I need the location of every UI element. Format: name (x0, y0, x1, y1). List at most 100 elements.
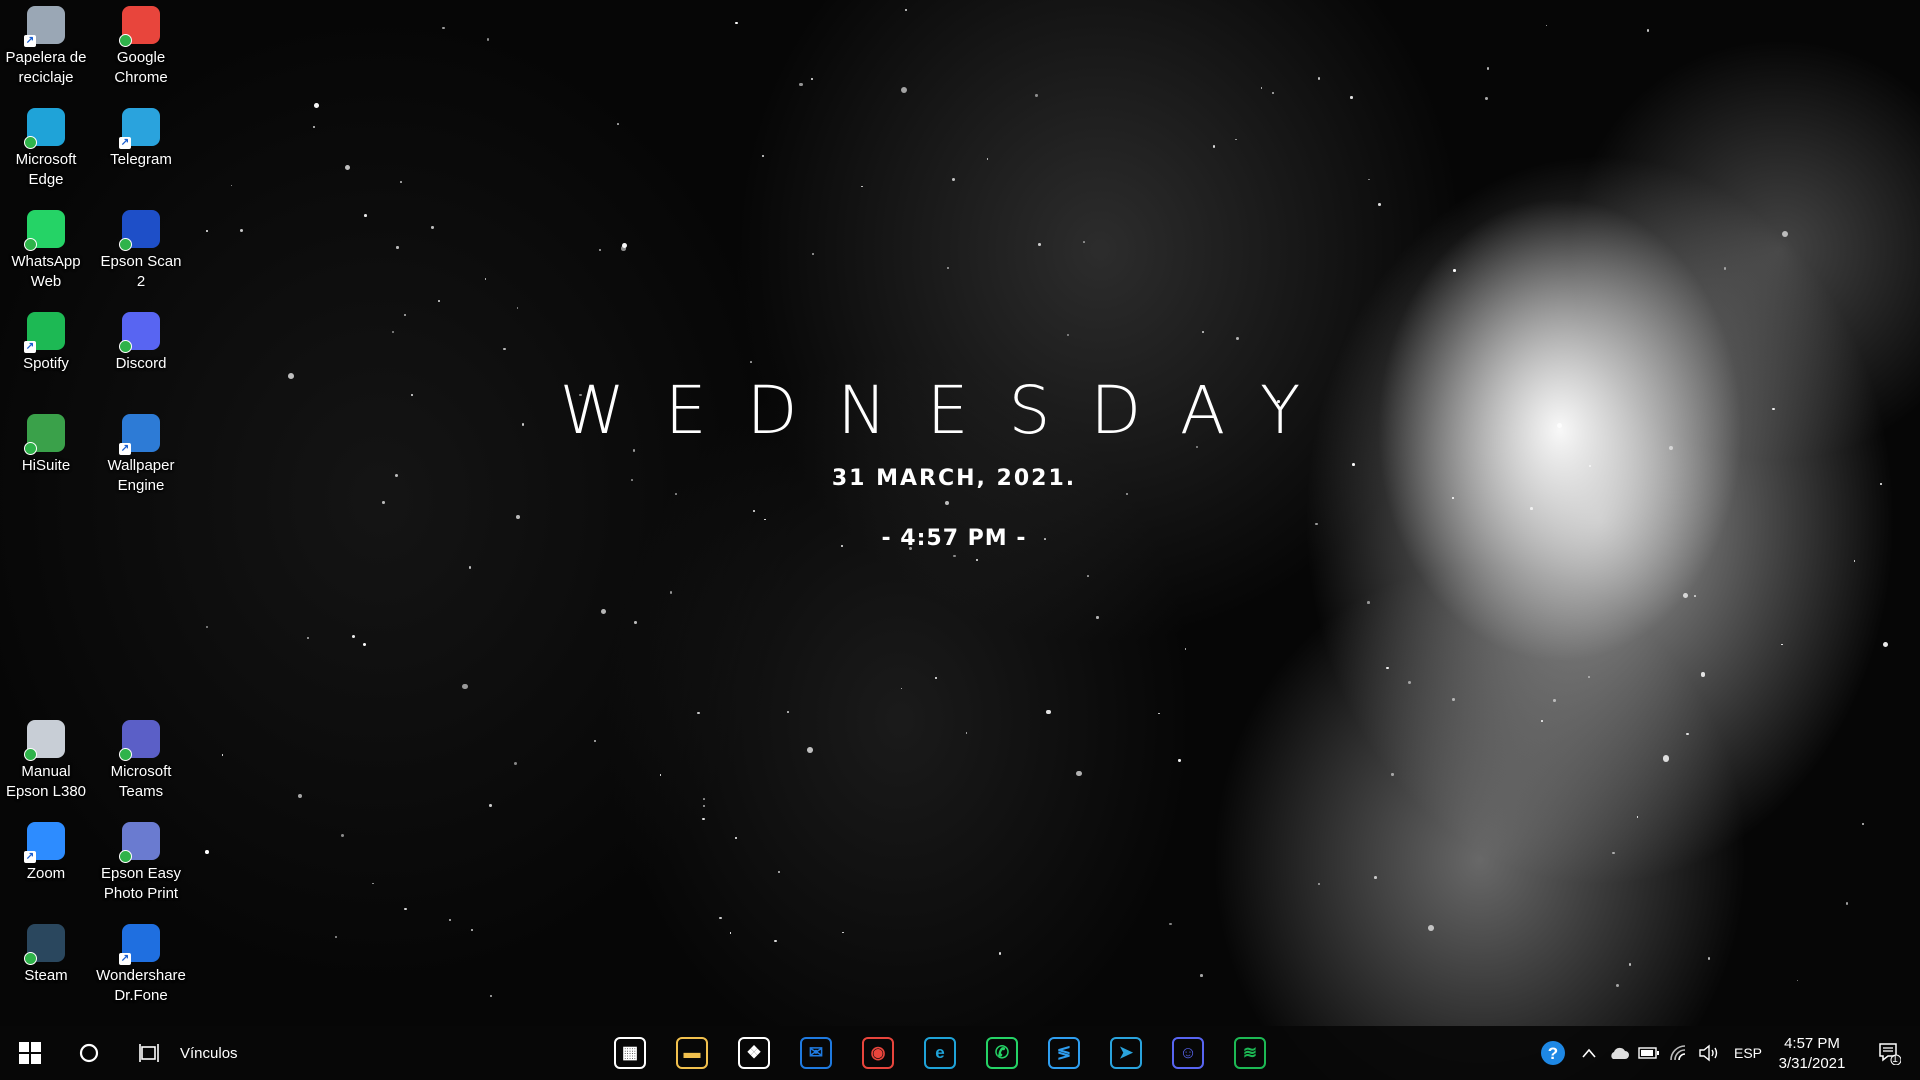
desktop-icon-epson-photo[interactable]: Epson Easy Photo Print (95, 816, 187, 904)
desktop-icon-hisuite[interactable]: HiSuite (0, 408, 92, 476)
star (442, 26, 445, 30)
desktop-icon-manual[interactable]: Manual Epson L380 (0, 714, 92, 802)
star (810, 77, 813, 80)
star (631, 478, 633, 481)
zoom-icon: ↗ (24, 822, 65, 863)
desktop-icon-zoom[interactable]: ↗ Zoom (0, 816, 92, 884)
star (1845, 902, 1849, 906)
desktop-icon-epson-scan[interactable]: Epson Scan 2 (95, 204, 187, 292)
star (344, 164, 350, 171)
teams-icon (119, 720, 160, 761)
star (753, 510, 755, 512)
sync-check-icon (119, 850, 132, 863)
desktop-icon-label: Spotify (23, 355, 69, 372)
shortcut-arrow-icon: ↗ (119, 137, 131, 149)
star (1646, 29, 1650, 32)
task-view-button[interactable] (122, 1026, 176, 1080)
battery-tray-button[interactable] (1636, 1026, 1662, 1080)
star (621, 242, 628, 249)
desktop-icon-steam[interactable]: Steam (0, 918, 92, 986)
star (513, 762, 517, 765)
desktop-icon-edge[interactable]: Microsoft Edge (0, 102, 92, 190)
manual-icon (24, 720, 65, 761)
star (230, 184, 233, 186)
sync-check-icon (24, 748, 37, 761)
sync-check-icon (24, 136, 37, 149)
star (703, 798, 706, 801)
taskbar-app-microsoft-store[interactable]: ▦ (602, 1026, 658, 1080)
star (489, 995, 492, 998)
star (1453, 269, 1456, 272)
star (1367, 600, 1370, 604)
edge-icon: e (924, 1037, 956, 1069)
star (1391, 773, 1394, 776)
sync-check-icon (119, 34, 132, 47)
desktop-icon-drfone[interactable]: ↗ Wondershare Dr.Fone (95, 918, 187, 1006)
star (632, 449, 636, 452)
star (1616, 984, 1620, 988)
widget-day: WEDNESDAY (559, 372, 1341, 449)
star (1184, 648, 1187, 650)
desktop-icon-label: Steam (24, 967, 68, 984)
star (1083, 241, 1085, 243)
taskbar-app-dropbox[interactable]: ❖ (726, 1026, 782, 1080)
taskbar-app-whatsapp[interactable]: ✆ (974, 1026, 1030, 1080)
desktop-icon-chrome[interactable]: Google Chrome (95, 0, 187, 88)
taskbar-app-spotify[interactable]: ≋ (1222, 1026, 1278, 1080)
desktop-icon-spotify[interactable]: ↗ Spotify (0, 306, 92, 374)
speaker-icon (1699, 1044, 1718, 1062)
desktop-icon-label: Microsoft Edge (15, 151, 77, 188)
volume-tray-button[interactable] (1696, 1026, 1722, 1080)
desktop-icon-teams[interactable]: Microsoft Teams (95, 714, 187, 802)
star (617, 123, 619, 125)
star (470, 929, 473, 932)
desktop-icon-telegram[interactable]: ↗ Telegram (95, 102, 187, 170)
star (1487, 67, 1490, 70)
desktop-icon-label: WhatsApp Web (11, 253, 81, 290)
taskbar-app-mail[interactable]: ✉ (788, 1026, 844, 1080)
links-toolbar[interactable]: Vínculos (180, 1026, 260, 1080)
desktop-icon-whatsapp[interactable]: WhatsApp Web (0, 204, 92, 292)
star (1169, 922, 1172, 926)
star (861, 185, 863, 188)
star (1723, 267, 1727, 270)
star (763, 518, 766, 521)
star (729, 931, 732, 934)
star (239, 228, 243, 232)
star (1451, 496, 1454, 499)
star (431, 226, 434, 229)
show-hidden-icons-button[interactable] (1576, 1026, 1602, 1080)
help-icon: ? (1541, 1041, 1565, 1065)
star (946, 266, 949, 269)
star (953, 554, 956, 558)
desktop-icon-label: Manual Epson L380 (5, 763, 87, 800)
start-button[interactable] (0, 1026, 60, 1080)
star (1882, 641, 1889, 647)
desktop-icon-recycle-bin[interactable]: ↗ Papelera de reciclaje (0, 0, 92, 88)
language-indicator[interactable]: ESP (1728, 1026, 1768, 1080)
star (1668, 445, 1674, 451)
star (1066, 333, 1070, 336)
shortcut-arrow-icon: ↗ (119, 443, 131, 455)
star (1588, 464, 1591, 467)
desktop-icon-discord[interactable]: Discord (95, 306, 187, 374)
help-tray-button[interactable]: ? (1538, 1026, 1568, 1080)
taskbar-app-chrome[interactable]: ◉ (850, 1026, 906, 1080)
taskbar-app-visual-studio-code[interactable]: ≶ (1036, 1026, 1092, 1080)
star (1202, 331, 1204, 333)
clock-button[interactable]: 4:57 PM 3/31/2021 (1766, 1026, 1858, 1080)
desktop-icon-wallpaper-engine[interactable]: ↗ Wallpaper Engine (95, 408, 187, 496)
drfone-icon: ↗ (119, 924, 160, 965)
star (734, 836, 737, 839)
star (205, 850, 209, 854)
taskbar-app-edge[interactable]: e (912, 1026, 968, 1080)
network-tray-button[interactable] (1666, 1026, 1692, 1080)
taskbar-app-discord[interactable]: ☺ (1160, 1026, 1216, 1080)
onedrive-tray-button[interactable] (1606, 1026, 1632, 1080)
taskbar-app-file-explorer[interactable]: ▬ (664, 1026, 720, 1080)
star (382, 501, 385, 505)
action-center-button[interactable]: 1 (1866, 1026, 1912, 1080)
star (287, 372, 294, 379)
cortana-button[interactable] (62, 1026, 116, 1080)
taskbar-app-telegram[interactable]: ➤ (1098, 1026, 1154, 1080)
